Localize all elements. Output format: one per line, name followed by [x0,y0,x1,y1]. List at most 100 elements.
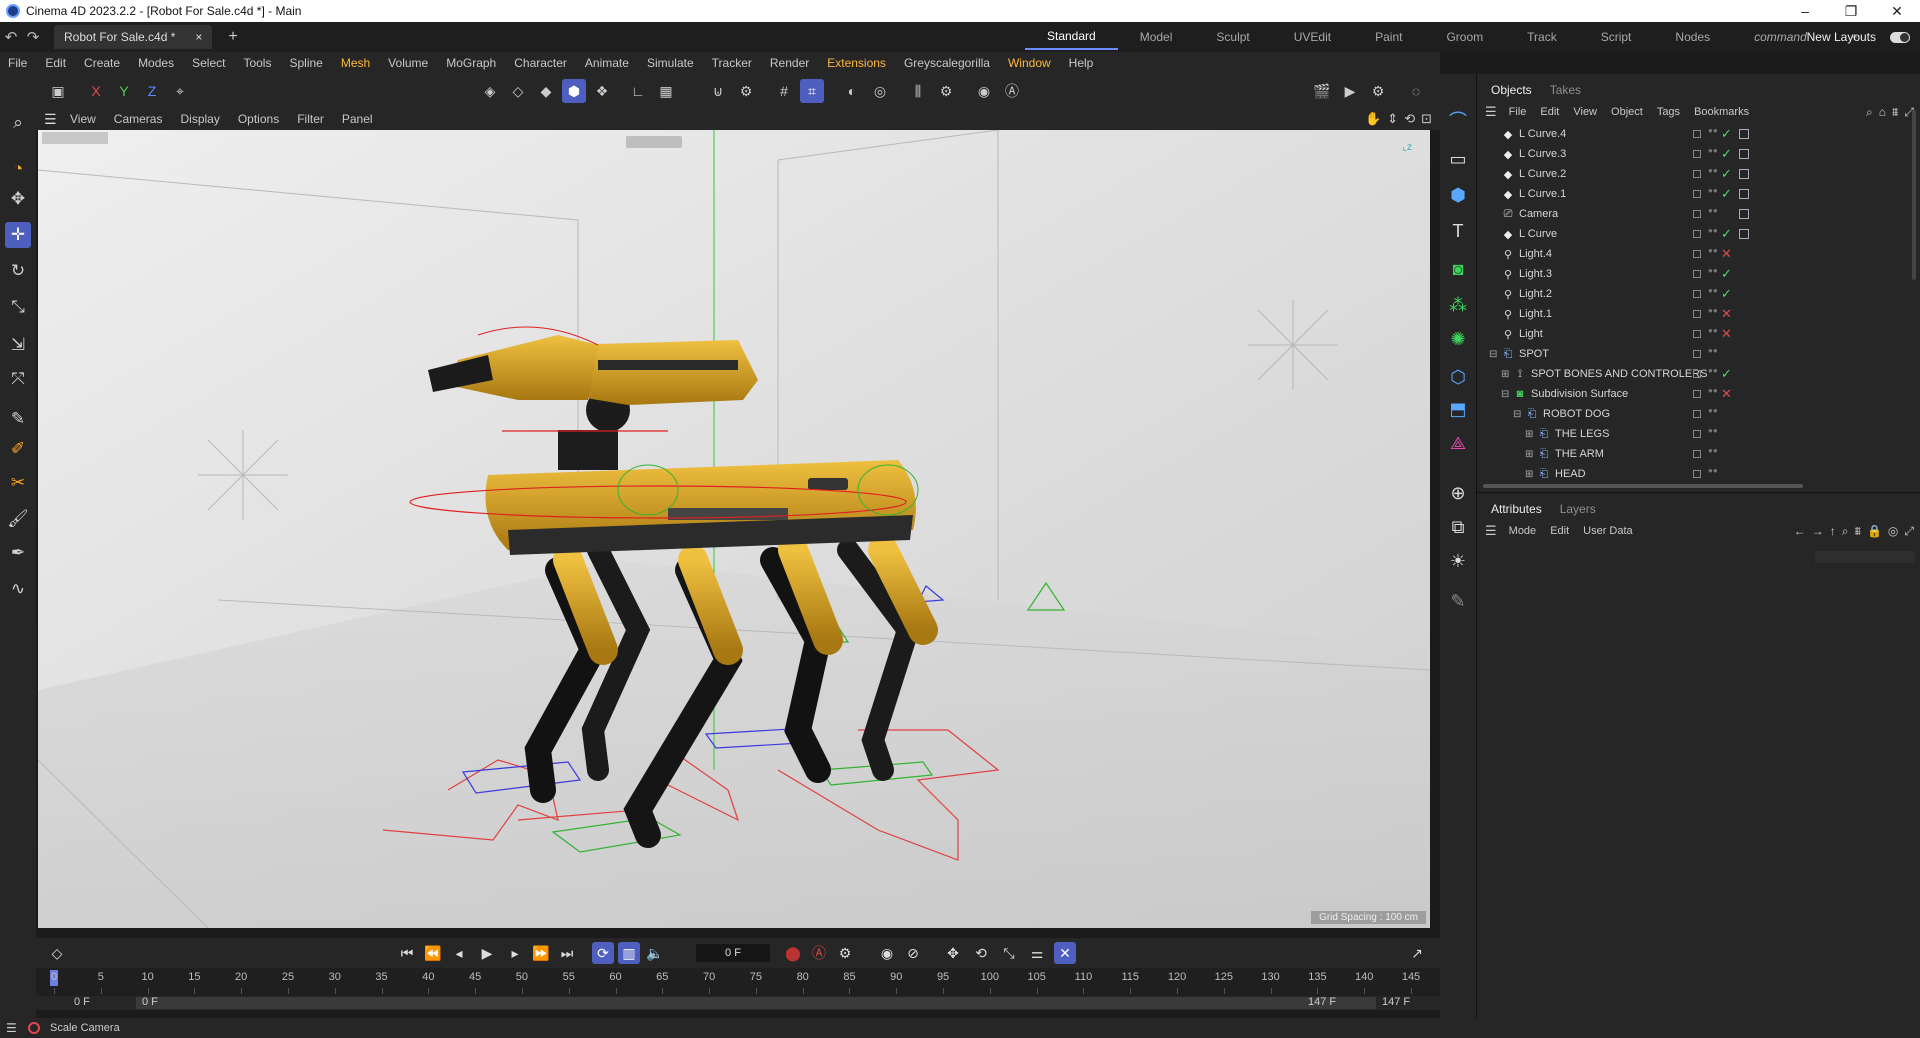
editor-render-visibility-dots[interactable]: ●● [1708,287,1718,300]
play-icon[interactable]: ▶ [476,942,498,964]
layer-visibility-toggle[interactable] [1693,210,1701,218]
objects-menu-object[interactable]: Object [1611,106,1643,118]
range-start-field[interactable]: 0 F [74,996,90,1008]
menu-tools[interactable]: Tools [243,56,271,70]
viewport-menu-cameras[interactable]: Cameras [114,112,163,126]
object-row[interactable]: ⊟ ⎗ SPOT ●● [1477,344,1913,364]
scene-object-icon[interactable]: ⬒ [1445,396,1471,422]
object-tag-icon[interactable] [1739,229,1749,239]
object-row[interactable]: ⚲ Light ●● ✕ [1477,324,1913,344]
expand-toggle-icon[interactable]: ⊞ [1525,449,1533,460]
layout-tab-groom[interactable]: Groom [1424,30,1505,44]
enabled-check-icon[interactable]: ✓ [1721,286,1732,302]
editor-render-visibility-dots[interactable]: ●● [1708,247,1718,260]
spline-tool-icon[interactable]: ⌒ [1445,108,1471,134]
go-to-end-icon[interactable]: ⏭ [556,942,578,964]
editor-render-visibility-dots[interactable]: ●● [1708,307,1718,320]
close-tab-icon[interactable]: × [195,30,202,44]
layer-visibility-toggle[interactable] [1693,310,1701,318]
menu-mesh[interactable]: Mesh [341,56,370,70]
layer-visibility-toggle[interactable] [1693,370,1701,378]
object-row[interactable]: ◆ L Curve.4 ●● ✓ [1477,124,1913,144]
menu-help[interactable]: Help [1069,56,1094,70]
rectangle-spline-icon[interactable]: ▭ [1445,146,1471,172]
menu-edit[interactable]: Edit [45,56,66,70]
editor-render-visibility-dots[interactable]: ●● [1708,467,1718,480]
cloner-icon[interactable]: ⁂ [1445,292,1471,318]
layer-visibility-toggle[interactable] [1693,250,1701,258]
objects-home-icon[interactable]: ⌂ [1879,105,1886,120]
viewport-solo-icon[interactable]: ◉ [972,79,996,103]
objects-menu-icon[interactable]: ☰ [1485,104,1497,120]
solo-settings-icon[interactable]: ◎ [868,79,892,103]
menu-window[interactable]: Window [1008,56,1051,70]
symmetry-icon[interactable]: ⫼ [906,79,930,103]
knife-tool-icon[interactable]: ✂ [5,470,31,496]
objects-vertical-scrollbar[interactable] [1912,110,1916,280]
menu-mograph[interactable]: MoGraph [446,56,496,70]
disabled-tool-icon[interactable]: ✎ [1445,588,1471,614]
layer-visibility-toggle[interactable] [1693,130,1701,138]
timeline-ruler[interactable]: 0 5 10 15 20 25 30 35 40 45 50 55 60 65 70 75 80 85 90 95 10… [36,968,1440,996]
viewport-menu-filter[interactable]: Filter [297,112,324,126]
loop-icon[interactable]: ⟳ [592,942,614,964]
points-mode-icon[interactable]: ◈ [478,79,502,103]
menu-volume[interactable]: Volume [388,56,428,70]
magnet-tool-icon[interactable]: ∿ [5,576,31,602]
transfer-tool-icon[interactable]: ⇲ [5,332,31,358]
viewport-menu-view[interactable]: View [70,112,96,126]
record-param-icon[interactable]: ⚌ [1026,942,1048,964]
object-row[interactable]: ⚲ Light.4 ●● ✕ [1477,244,1913,264]
render-picture-viewer-icon[interactable]: ▶ [1338,79,1362,103]
menu-tracker[interactable]: Tracker [712,56,752,70]
object-row[interactable]: ⎚ Camera ●● [1477,204,1913,224]
polygon-pen-icon[interactable]: ✒ [5,540,31,566]
menu-animate[interactable]: Animate [585,56,629,70]
editor-render-visibility-dots[interactable]: ●● [1708,367,1718,380]
range-end-field[interactable]: 147 F [1382,996,1410,1008]
attributes-menu-edit[interactable]: Edit [1550,525,1569,537]
close-icon[interactable]: ✕ [1874,0,1920,22]
objects-filter-icon[interactable]: ⩩ [1892,105,1898,120]
object-mode-icon[interactable]: ❖ [590,79,614,103]
render-settings-icon[interactable]: ⚙ [1366,79,1390,103]
editor-render-visibility-dots[interactable]: ●● [1708,447,1718,460]
layout-tab-script[interactable]: Script [1579,30,1654,44]
layer-visibility-toggle[interactable] [1693,330,1701,338]
tab-layers[interactable]: Layers [1554,502,1608,521]
undo-icon[interactable]: ↶ [0,28,22,46]
disabled-cross-icon[interactable]: ✕ [1721,246,1732,262]
add-tab-icon[interactable]: + [228,28,237,46]
layer-visibility-toggle[interactable] [1693,470,1701,478]
render-view-icon[interactable]: 🎬 [1310,79,1334,103]
autokey-icon[interactable]: Ⓐ [808,942,830,964]
object-row[interactable]: ◆ L Curve.1 ●● ✓ [1477,184,1913,204]
snap-icon[interactable]: ⊍ [706,79,730,103]
texture-mode-icon[interactable]: ▦ [654,79,678,103]
objects-horizontal-scrollbar[interactable] [1483,484,1803,488]
edit-render-settings-icon[interactable]: ▣ [46,79,70,103]
editor-render-visibility-dots[interactable]: ●● [1708,327,1718,340]
expand-toggle-icon[interactable]: ⊟ [1489,349,1497,360]
layer-visibility-toggle[interactable] [1693,450,1701,458]
menu-simulate[interactable]: Simulate [647,56,694,70]
objects-menu-bookmarks[interactable]: Bookmarks [1694,106,1749,118]
up-arrow-icon[interactable]: ↑ [1830,524,1836,539]
spline-pen-icon[interactable]: ✎ [5,406,31,432]
object-row[interactable]: ⊞ ⎗ THE ARM ●● [1477,444,1913,464]
search-icon[interactable]: ⌕ [5,110,31,136]
3d-viewport[interactable]: ⌞z Grid Spacing : 100 cm [38,130,1430,928]
objects-menu-view[interactable]: View [1573,106,1597,118]
layer-visibility-toggle[interactable] [1693,350,1701,358]
viewport-menu-icon[interactable]: ☰ [44,111,60,128]
tweak-icon[interactable]: ✥ [5,186,31,212]
menu-character[interactable]: Character [514,56,567,70]
menu-modes[interactable]: Modes [138,56,174,70]
previous-frame-icon[interactable]: ◂ [448,942,470,964]
menu-greyscalegorilla[interactable]: Greyscalegorilla [904,56,990,70]
cube-primitive-icon[interactable]: ⬢ [1445,182,1471,208]
motion-record-icon[interactable]: ◉ [876,942,898,964]
expand-toggle-icon[interactable]: ⊞ [1501,369,1509,380]
layout-tab-model[interactable]: Model [1118,30,1195,44]
object-tag-icon[interactable] [1739,149,1749,159]
